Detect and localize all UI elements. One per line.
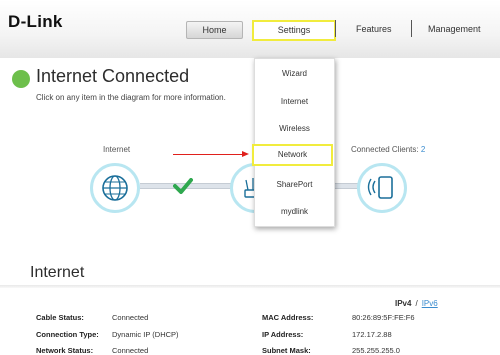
mac-address-value: 80:26:89:5F:FE:F6 [352,313,415,322]
cable-status-value: Connected [112,313,149,322]
clients-node-label: Connected Clients: 2 [351,145,425,154]
connection-type-label: Connection Type: [36,330,99,339]
subnet-mask-label: Subnet Mask: [262,346,311,355]
tablet-wifi-icon [367,176,393,199]
nav-separator [411,20,412,37]
menu-item-shareport[interactable]: SharePort [255,180,334,189]
dlink-logo[interactable]: D-Link [8,12,63,32]
clients-node[interactable] [357,163,407,213]
clients-label-text: Connected Clients: [351,145,419,154]
ipv4-tab[interactable]: IPv4 [395,299,411,308]
menu-item-mydlink[interactable]: mydlink [255,207,334,216]
annotation-arrow-line [173,154,243,155]
nav-features-tab[interactable]: Features [356,24,392,34]
nav-separator [335,20,336,37]
cable-status-label: Cable Status: [36,313,84,322]
annotation-arrow-head [242,151,249,157]
section-divider [0,285,500,288]
menu-item-internet[interactable]: Internet [255,97,334,106]
clients-count[interactable]: 2 [421,145,425,154]
nav-home-tab[interactable]: Home [186,21,243,39]
settings-dropdown-menu: Wizard Internet Wireless SharePort mydli… [254,58,335,227]
menu-item-network[interactable]: Network [252,144,333,166]
internet-node-label: Internet [103,145,131,154]
menu-item-wireless[interactable]: Wireless [255,124,334,133]
connection-type-value: Dynamic IP (DHCP) [112,330,179,339]
network-status-label: Network Status: [36,346,94,355]
menu-item-wizard[interactable]: Wizard [255,69,334,78]
globe-icon [102,175,128,201]
top-header: D-Link Home Settings Features Management [0,0,500,58]
connected-check-icon [173,178,193,194]
page-subtitle: Click on any item in the diagram for mor… [36,93,226,102]
ip-address-value: 172.17.2.88 [352,330,392,339]
page-title: Internet Connected [36,66,190,86]
subnet-mask-value: 255.255.255.0 [352,346,400,355]
ip-version-toggle: IPv4 / IPv6 [395,299,438,308]
network-status-value: Connected [112,346,149,355]
mac-address-label: MAC Address: [262,313,314,322]
nav-settings-tab[interactable]: Settings [252,20,336,41]
connection-status-indicator [12,70,30,88]
ip-address-label: IP Address: [262,330,304,339]
ipv6-link[interactable]: IPv6 [422,299,438,308]
internet-section-heading: Internet [30,264,85,281]
nav-management-tab[interactable]: Management [428,24,481,34]
ipv-separator: / [415,299,418,308]
internet-node[interactable] [90,163,140,213]
